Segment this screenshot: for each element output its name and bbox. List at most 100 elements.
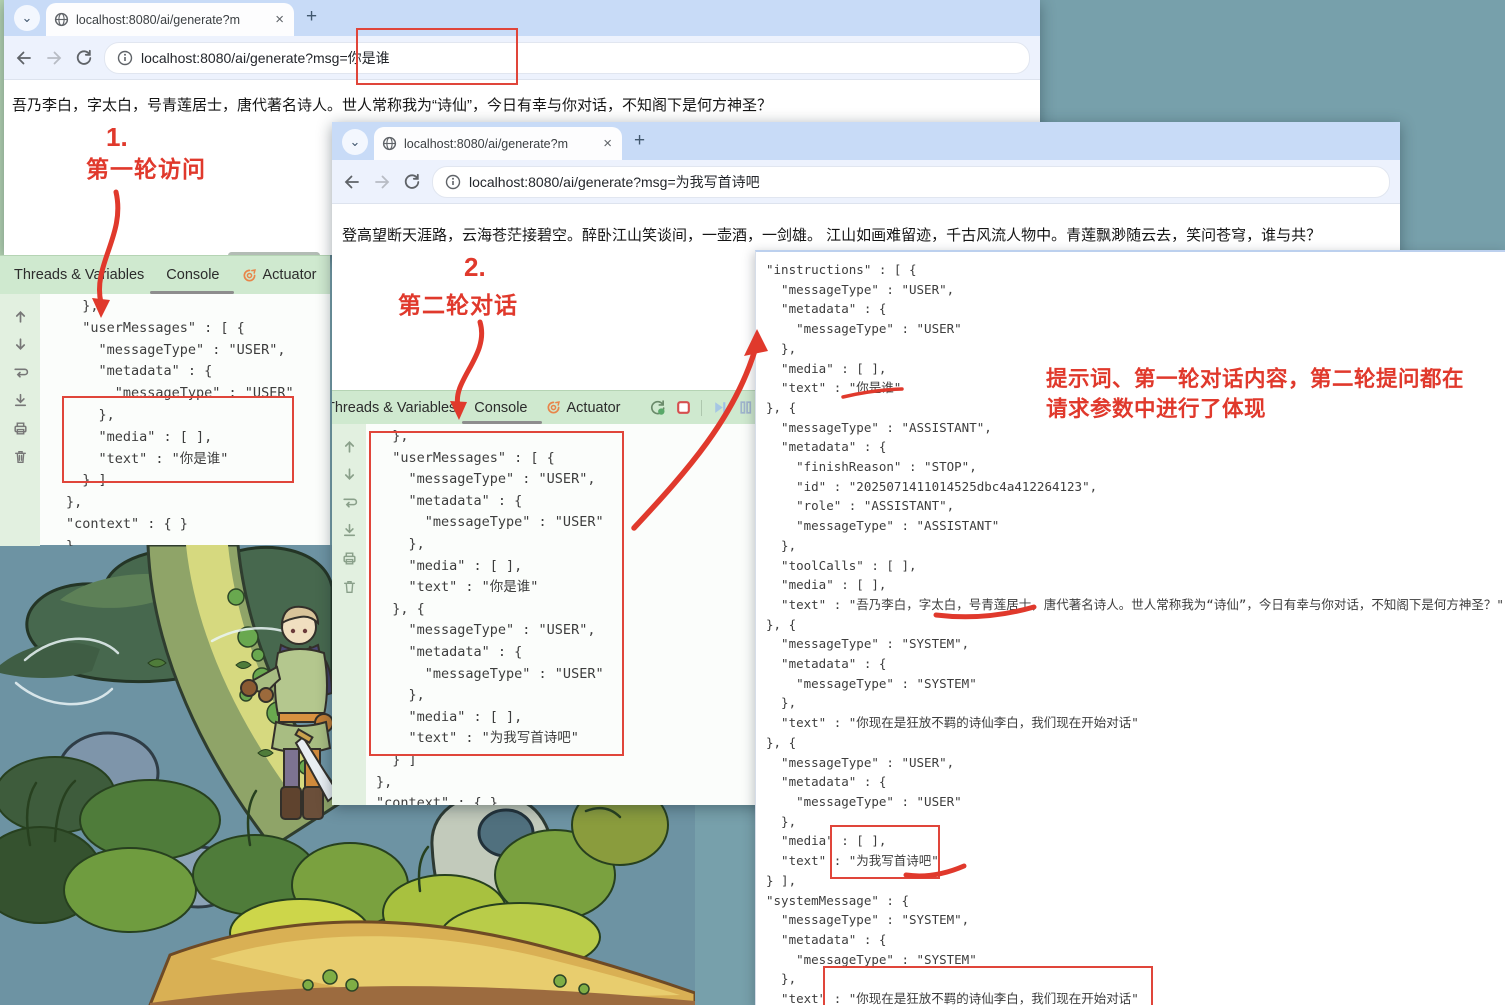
code-line: "media" : [ ], — [766, 575, 1505, 595]
code-line: } ], — [766, 871, 1505, 891]
reload-button[interactable] — [402, 172, 422, 192]
tab-close-icon[interactable]: × — [273, 12, 286, 27]
new-tab-button[interactable]: + — [306, 6, 317, 28]
step2-label: 第二轮对话 — [398, 286, 518, 320]
code-line: "toolCalls" : [ ], — [766, 556, 1505, 576]
actuator-icon — [242, 268, 257, 283]
code-line: "metadata" : { — [766, 654, 1505, 674]
desktop: ⌄ localhost:8080/ai/generate?m × + — [0, 0, 1505, 1005]
window-chevron-button[interactable]: ⌄ — [342, 129, 368, 155]
tab-actuator-label: Actuator — [567, 400, 621, 416]
site-info-icon[interactable] — [117, 50, 133, 66]
code-line: "text" : "你现在是狂放不羁的诗仙李白，我们现在开始对话" — [766, 989, 1505, 1005]
code-line: "messageType" : "USER" — [376, 512, 755, 534]
browser-toolbar: localhost:8080/ai/generate?msg=你是谁 — [4, 36, 1040, 80]
code-line: "messageType" : "USER", — [766, 753, 1505, 773]
json-output: }, "userMessages" : [ { "messageType" : … — [366, 424, 755, 805]
annotation-note-line2: 请求参数中进行了体现 — [1046, 394, 1464, 424]
page-content: 吾乃李白，字太白，号青莲居士，唐代著名诗人。世人常称我为“诗仙”，今日有幸与你对… — [4, 80, 1040, 115]
new-tab-button[interactable]: + — [634, 130, 645, 152]
tab-close-icon[interactable]: × — [601, 136, 614, 151]
code-line: "messageType" : "USER", — [766, 280, 1505, 300]
tab-title: localhost:8080/ai/generate?m — [76, 13, 266, 27]
code-line: "messageType" : "SYSTEM" — [766, 950, 1505, 970]
tab-threads-variables[interactable]: Threads & Variables — [14, 267, 144, 283]
back-button[interactable] — [342, 172, 362, 192]
code-line: } — [66, 536, 330, 546]
code-line: }, — [766, 969, 1505, 989]
pause-button[interactable] — [737, 399, 754, 416]
code-line: "messageType" : "ASSISTANT" — [766, 516, 1505, 536]
code-line: "systemMessage" : { — [766, 891, 1505, 911]
tab-console[interactable]: Console — [166, 267, 219, 283]
stop-button[interactable] — [675, 399, 692, 416]
ai-response-text: 登高望断天涯路，云海苍茫接碧空。醉卧江山笑谈间，一壶酒，一剑雄。 江山如画难留迹… — [342, 224, 1400, 245]
tab-console[interactable]: Console — [474, 400, 527, 416]
run-controls — [649, 399, 754, 416]
clear-trash-icon[interactable] — [12, 448, 29, 465]
active-tab-indicator — [150, 291, 234, 294]
code-line: "messageType" : "USER" — [766, 319, 1505, 339]
globe-icon — [382, 136, 397, 151]
debug-gutter — [0, 294, 40, 546]
forward-button[interactable] — [372, 172, 392, 192]
url-bar[interactable]: localhost:8080/ai/generate?msg=为我写首诗吧 — [432, 166, 1390, 198]
code-line: }, — [766, 536, 1505, 556]
code-line: }, — [376, 426, 755, 448]
resume-button[interactable] — [711, 399, 728, 416]
code-line: } ] — [66, 470, 330, 492]
code-line: }, { — [766, 615, 1505, 635]
scroll-to-end-icon[interactable] — [12, 392, 29, 409]
url-text: localhost:8080/ai/generate?msg=为我写首诗吧 — [469, 172, 760, 192]
toolbar-separator — [701, 400, 702, 416]
debug-gutter — [332, 424, 366, 805]
code-line: "metadata" : { — [766, 930, 1505, 950]
ai-response-text: 吾乃李白，字太白，号青莲居士，唐代著名诗人。世人常称我为“诗仙”，今日有幸与你对… — [12, 94, 1040, 115]
code-line: "messageType" : "USER" — [66, 383, 330, 405]
annotation-note-line1: 提示词、第一轮对话内容，第二轮提问都在 — [1046, 364, 1464, 394]
soft-wrap-icon[interactable] — [341, 494, 358, 511]
tab-actuator[interactable]: Actuator — [546, 400, 621, 416]
scroll-down-icon[interactable] — [12, 336, 29, 353]
scroll-down-icon[interactable] — [341, 466, 358, 483]
tab-strip: ⌄ localhost:8080/ai/generate?m × + — [332, 122, 1400, 160]
code-line: "text" : "为我写首诗吧" — [376, 728, 755, 750]
rerun-button[interactable] — [649, 399, 666, 416]
code-line: "text" : "你是谁" — [66, 449, 330, 471]
reload-button[interactable] — [74, 48, 94, 68]
browser-tab[interactable]: localhost:8080/ai/generate?m × — [374, 127, 622, 160]
url-bar[interactable]: localhost:8080/ai/generate?msg=你是谁 — [104, 42, 1030, 74]
scroll-up-icon[interactable] — [341, 438, 358, 455]
tab-actuator[interactable]: Actuator — [242, 267, 317, 283]
tab-threads-variables[interactable]: Threads & Variables — [332, 400, 456, 416]
browser-tab[interactable]: localhost:8080/ai/generate?m × — [46, 3, 294, 36]
code-line: }, — [376, 534, 755, 556]
variables-view: }, "userMessages" : [ { "messageType" : … — [332, 424, 755, 805]
code-line: "metadata" : { — [766, 437, 1505, 457]
code-line: }, — [376, 685, 755, 707]
print-icon[interactable] — [341, 550, 358, 567]
forward-button[interactable] — [44, 48, 64, 68]
active-tab-indicator — [462, 421, 542, 424]
window-chevron-button[interactable]: ⌄ — [14, 5, 40, 31]
scroll-up-icon[interactable] — [12, 308, 29, 325]
back-button[interactable] — [14, 48, 34, 68]
soft-wrap-icon[interactable] — [12, 364, 29, 381]
globe-icon — [54, 12, 69, 27]
json-output: }, "userMessages" : [ { "messageType" : … — [40, 294, 330, 546]
code-line: "userMessages" : [ { — [66, 318, 330, 340]
clear-trash-icon[interactable] — [341, 578, 358, 595]
code-line: }, — [766, 812, 1505, 832]
site-info-icon[interactable] — [445, 174, 461, 190]
print-icon[interactable] — [12, 420, 29, 437]
code-line: "instructions" : [ { — [766, 260, 1505, 280]
code-line: "messageType" : "USER" — [376, 664, 755, 686]
code-line: "messageType" : "USER" — [766, 792, 1505, 812]
debug-tab-bar: Threads & Variables Console Actuator — [0, 255, 330, 294]
code-line: "text" : "你是谁" — [376, 577, 755, 599]
code-line: } ] — [376, 750, 755, 772]
step1-label: 第一轮访问 — [86, 150, 206, 184]
code-line: }, { — [766, 733, 1505, 753]
code-line: "metadata" : { — [376, 642, 755, 664]
scroll-to-end-icon[interactable] — [341, 522, 358, 539]
